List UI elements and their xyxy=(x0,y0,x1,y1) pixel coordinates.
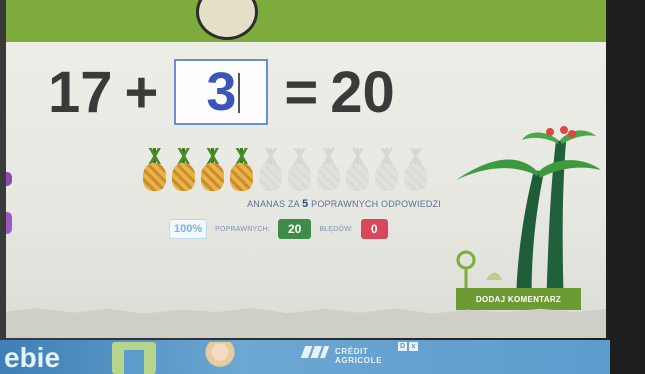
header-band xyxy=(6,0,606,42)
ad-banner[interactable]: ebie CRÉDIT AGRICOLE D x xyxy=(0,340,610,374)
pineapple-placeholder-icon xyxy=(257,148,284,192)
pineapple-progress xyxy=(141,148,429,192)
game-screen: 17 + 3 = 20 ANANAS ZA 5 POPRAWNYCH ODPOW… xyxy=(6,0,606,338)
ad-brand-line2: AGRICOLE xyxy=(335,356,383,365)
bank-logo-icon xyxy=(300,346,330,358)
pineapple-icon xyxy=(199,148,226,192)
pineapple-icon xyxy=(170,148,197,192)
score-stats: 100% POPRAWNYCH: 20 BŁĘDÓW: 0 xyxy=(169,219,388,239)
ad-person-image xyxy=(200,342,240,374)
wrong-count-badge: 0 xyxy=(360,219,388,239)
ad-info-icon[interactable]: D xyxy=(398,342,407,351)
answer-input[interactable]: 3 xyxy=(174,59,269,125)
percent-badge: 100% xyxy=(169,219,208,239)
pineapple-placeholder-icon xyxy=(315,148,342,192)
side-decoration xyxy=(6,212,12,234)
pineapple-icon xyxy=(141,148,168,192)
correct-count-badge: 20 xyxy=(277,219,312,239)
operator: + xyxy=(124,59,159,125)
reward-info-prefix: ANANAS ZA xyxy=(247,199,300,209)
equals-sign: = xyxy=(284,59,319,125)
pineapple-icon xyxy=(228,148,255,192)
mascot-face-icon xyxy=(196,0,258,40)
reward-info-count: 5 xyxy=(302,198,309,210)
pineapple-placeholder-icon xyxy=(402,148,429,192)
reward-info: ANANAS ZA 5 POPRAWNYCH ODPOWIEDZI xyxy=(6,198,441,210)
answer-value: 3 xyxy=(206,62,237,122)
correct-label: POPRAWNYCH: xyxy=(215,225,270,233)
ad-text: ebie xyxy=(4,342,61,373)
side-decoration xyxy=(6,172,12,186)
pineapple-placeholder-icon xyxy=(286,148,313,192)
wrong-label: BŁĘDÓW: xyxy=(319,225,353,233)
ad-brand: CRÉDIT AGRICOLE xyxy=(335,347,382,365)
reward-info-suffix: POPRAWNYCH ODPOWIEDZI xyxy=(311,199,441,209)
pineapple-placeholder-icon xyxy=(344,148,371,192)
add-comment-button[interactable]: DODAJ KOMENTARZ xyxy=(456,288,581,310)
ad-controls: D x xyxy=(398,342,418,351)
equation: 17 + 3 = 20 xyxy=(42,59,401,125)
ad-brand-line1: CRÉDIT xyxy=(335,347,369,356)
ad-close-icon[interactable]: x xyxy=(409,342,418,351)
pineapple-placeholder-icon xyxy=(373,148,400,192)
ad-logo-shape xyxy=(112,342,156,374)
left-operand: 17 xyxy=(48,59,113,125)
result: 20 xyxy=(330,59,395,125)
